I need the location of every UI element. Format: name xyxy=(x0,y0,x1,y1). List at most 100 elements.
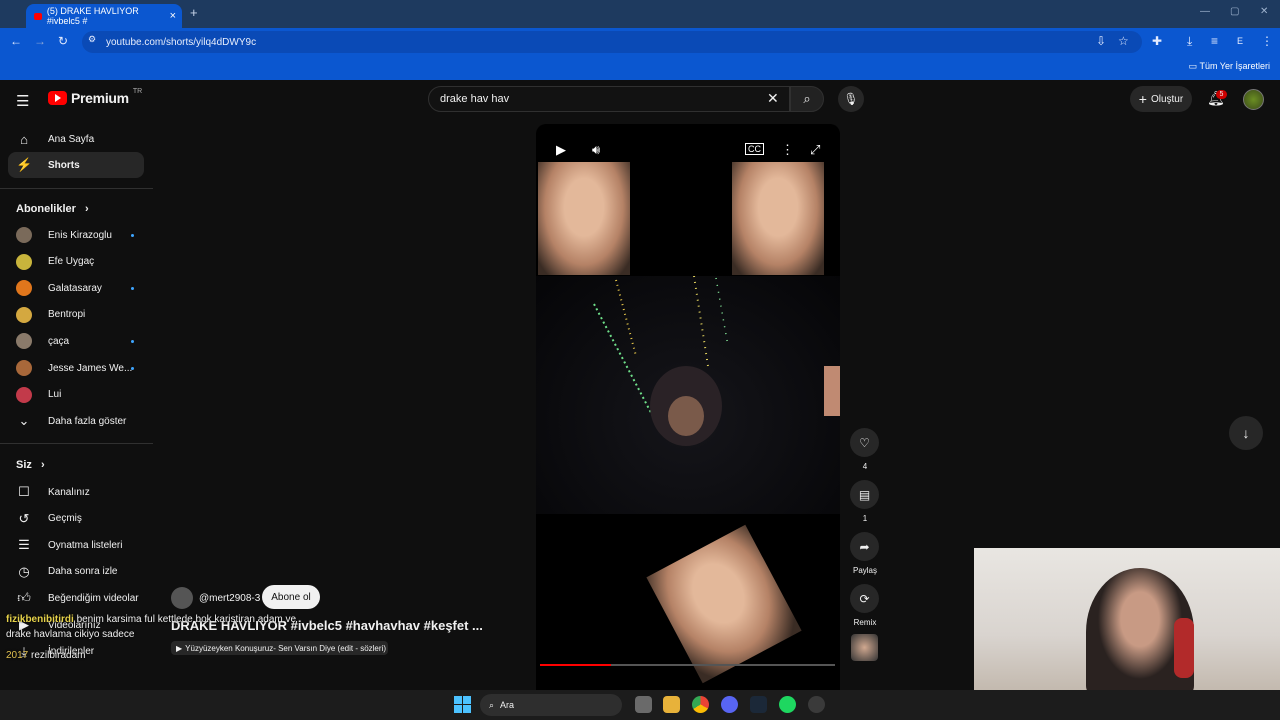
sidebar-item-label: Shorts xyxy=(48,159,80,171)
channel-info[interactable]: @mert2908-3 xyxy=(171,587,260,609)
home-icon: ⌂ xyxy=(20,131,28,147)
new-tab-button[interactable]: + xyxy=(190,5,198,20)
youtube-favicon-icon xyxy=(34,12,42,20)
sidebar-item-subscription[interactable]: Galatasaray xyxy=(8,275,144,301)
show-more-button[interactable]: ⌄ Daha fazla göster xyxy=(8,408,144,434)
user-icon: ☐ xyxy=(18,484,30,499)
browser-tab[interactable]: (5) DRAKE HAVLIYOR #ivbelc5 # × xyxy=(26,4,182,28)
sidebar-item-label: çaça xyxy=(48,335,70,347)
next-video-button[interactable]: ↓ xyxy=(1229,416,1263,450)
comment-icon: ▤ xyxy=(858,487,871,502)
logo-text: Premium xyxy=(71,90,129,106)
clock-icon: ◷ xyxy=(18,563,30,579)
progress-bar-fill xyxy=(540,664,611,666)
file-explorer-icon[interactable] xyxy=(663,696,680,713)
subscriptions-header[interactable]: Abonelikler › xyxy=(16,203,89,215)
play-icon[interactable]: ▶ xyxy=(556,142,566,158)
share-label: Paylaş xyxy=(852,566,877,575)
minimize-icon[interactable]: — xyxy=(1200,6,1210,17)
sidebar-item-subscription[interactable]: Jesse James We... xyxy=(8,355,144,381)
search-value: drake hav hav xyxy=(440,93,510,105)
you-header[interactable]: Siz › xyxy=(16,459,45,471)
youtube-play-logo-icon xyxy=(48,91,67,105)
maximize-icon[interactable]: ▢ xyxy=(1230,6,1239,17)
account-avatar[interactable] xyxy=(1243,89,1264,110)
close-tab-icon[interactable]: × xyxy=(170,10,176,22)
captions-icon[interactable]: CC xyxy=(745,143,764,155)
app-icon[interactable] xyxy=(808,696,825,713)
extensions-icon[interactable]: ✚ xyxy=(1152,34,1162,48)
task-view-icon[interactable] xyxy=(635,696,652,713)
all-bookmarks[interactable]: ▭ Tüm Yer İşaretleri xyxy=(1189,61,1270,72)
notification-badge: 5 xyxy=(1216,90,1227,99)
search-input[interactable]: drake hav hav xyxy=(428,86,790,112)
more-options-icon[interactable]: ⋮ xyxy=(781,142,794,158)
youtube-logo[interactable]: Premium TR xyxy=(48,88,142,106)
search-button[interactable]: ⌕ xyxy=(790,86,824,112)
music-title: Yüzyüzeyken Konuşuruz- Sen Varsın Diye (… xyxy=(185,643,386,653)
drake-face-image xyxy=(646,524,802,684)
clear-search-icon[interactable]: ✕ xyxy=(767,90,779,107)
comments-button[interactable]: ▤ xyxy=(850,480,879,509)
channel-avatar xyxy=(16,360,32,376)
create-button[interactable]: + Oluştur xyxy=(1130,86,1192,112)
sidebar-item-label: Jesse James We... xyxy=(48,362,133,374)
back-icon[interactable]: ← xyxy=(10,34,22,48)
sound-thumbnail[interactable] xyxy=(851,634,878,661)
discord-icon[interactable] xyxy=(721,696,738,713)
chat-line: drake havlama cikiyo sadece xyxy=(6,629,135,640)
new-content-dot xyxy=(131,286,134,290)
sidebar-item-clock[interactable]: ◷ Daha sonra izle xyxy=(8,559,144,585)
channel-avatar xyxy=(16,280,32,297)
sidebar-item-subscription[interactable]: Enis Kirazoglu xyxy=(8,222,144,248)
profile-icon[interactable]: E xyxy=(1237,36,1243,46)
sidebar-item-subscription[interactable]: Bentropi xyxy=(8,302,144,328)
sidebar-item-like[interactable]: 👍︎ Beğendiğim videolar xyxy=(8,585,144,611)
sidebar-item-subscription[interactable]: Efe Uygaç xyxy=(8,249,144,275)
subscribe-button[interactable]: Abone ol xyxy=(262,585,320,609)
voice-search-button[interactable]: 🎙︎ xyxy=(838,86,864,112)
new-content-dot xyxy=(131,233,134,237)
volume-icon[interactable]: 🔊︎ xyxy=(592,142,600,158)
tab-title: (5) DRAKE HAVLIYOR #ivbelc5 # xyxy=(46,6,139,26)
channel-avatar xyxy=(16,227,32,243)
bookmark-star-icon[interactable]: ☆ xyxy=(1118,34,1129,48)
reload-icon[interactable]: ↻ xyxy=(58,34,68,48)
playlist-icon: ☰ xyxy=(18,537,30,553)
share-button[interactable]: ➦ xyxy=(850,532,879,561)
remix-button[interactable]: ⟳ xyxy=(850,584,879,613)
address-bar[interactable]: youtube.com/shorts/yilq4dDWY9c xyxy=(82,31,1142,53)
sidebar-item-shorts[interactable]: ⚡ Shorts xyxy=(8,152,144,178)
search-icon: ⌕ xyxy=(489,699,495,710)
music-link[interactable]: ▶ Yüzyüzeyken Konuşuruz- Sen Varsın Diye… xyxy=(171,641,388,655)
taskbar-search[interactable]: ⌕ Ara xyxy=(480,694,622,716)
hamburger-menu-icon[interactable]: ☰ xyxy=(16,92,29,110)
channel-avatar xyxy=(16,253,32,270)
steam-icon[interactable] xyxy=(750,696,767,713)
forward-icon[interactable]: → xyxy=(34,34,46,48)
like-button[interactable]: ♡ xyxy=(850,428,879,457)
sidebar-item-playlist[interactable]: ☰ Oynatma listeleri xyxy=(8,532,144,558)
channel-avatar xyxy=(16,306,32,323)
sidebar-item-user[interactable]: ☐ Kanalınız xyxy=(8,479,144,505)
spotify-icon[interactable] xyxy=(779,696,796,713)
sidebar-item-label: Ana Sayfa xyxy=(48,133,95,145)
close-window-icon[interactable]: ✕ xyxy=(1260,6,1268,17)
sidebar-item-label: Kanalınız xyxy=(48,486,90,498)
sidebar-item-subscription[interactable]: Lui xyxy=(8,382,144,408)
fullscreen-icon[interactable]: ⤢ xyxy=(810,142,820,158)
headphones-image xyxy=(1174,618,1194,678)
chrome-icon[interactable] xyxy=(692,696,709,713)
reading-list-icon[interactable]: ≡ xyxy=(1211,34,1218,48)
install-app-icon[interactable]: ⇩ xyxy=(1096,34,1106,48)
arrow-down-icon: ↓ xyxy=(1242,425,1250,441)
url-text: youtube.com/shorts/yilq4dDWY9c xyxy=(106,36,257,48)
new-content-dot xyxy=(131,339,134,343)
browser-menu-icon[interactable]: ⋮ xyxy=(1261,34,1273,48)
sidebar-item-history[interactable]: ↺ Geçmiş xyxy=(8,506,144,532)
windows-start-icon[interactable] xyxy=(454,696,471,713)
sidebar-item-subscription[interactable]: çaça xyxy=(8,328,144,354)
site-info-icon[interactable]: ⚙ xyxy=(88,34,96,45)
downloads-icon[interactable]: ⤓ xyxy=(1187,34,1192,49)
sidebar-item-home[interactable]: ⌂ Ana Sayfa xyxy=(8,126,144,152)
